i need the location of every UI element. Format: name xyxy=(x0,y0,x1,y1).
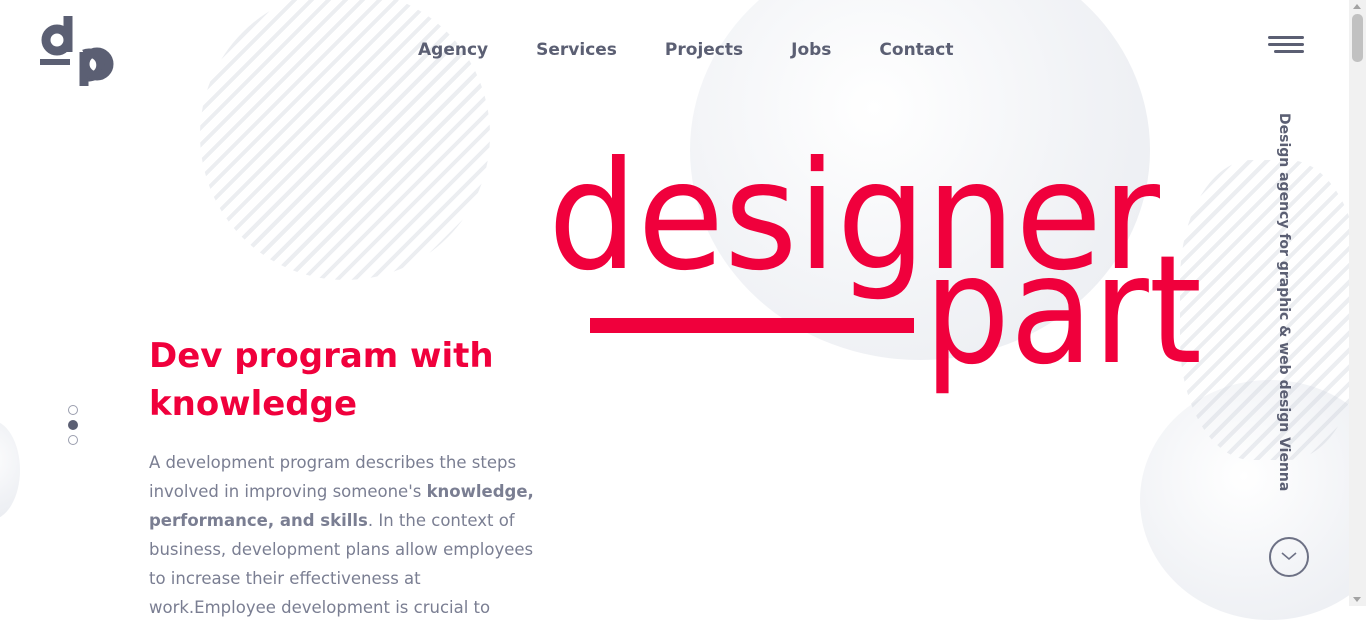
brand-wordmark: designer part xyxy=(548,150,1202,398)
brand-line-2: part xyxy=(924,224,1202,398)
scroll-up-arrow[interactable] xyxy=(1353,4,1361,9)
nav-jobs[interactable]: Jobs xyxy=(791,40,831,60)
slider-dot[interactable] xyxy=(68,435,78,445)
chevron-down-icon xyxy=(1281,552,1297,561)
nav-agency[interactable]: Agency xyxy=(418,40,488,60)
nav-contact[interactable]: Contact xyxy=(879,40,953,60)
hamburger-icon[interactable] xyxy=(1268,36,1306,56)
scroll-down-button[interactable] xyxy=(1269,537,1309,577)
scroll-down-arrow[interactable] xyxy=(1353,597,1361,602)
page-scrollbar[interactable] xyxy=(1349,0,1366,606)
nav-services[interactable]: Services xyxy=(536,40,617,60)
slider-dot[interactable] xyxy=(68,405,78,415)
background-blob xyxy=(0,420,20,520)
hero-title: Dev program with knowledge xyxy=(149,336,494,424)
brand-underline xyxy=(590,318,914,333)
slider-dot-active[interactable] xyxy=(68,420,78,430)
vertical-tagline: Design agency for graphic & web design V… xyxy=(1276,113,1292,492)
logo[interactable] xyxy=(40,16,114,86)
main-nav: Agency Services Projects Jobs Contact xyxy=(418,40,953,60)
slider-dots xyxy=(68,405,78,450)
nav-projects[interactable]: Projects xyxy=(665,40,743,60)
hero-paragraph: A development program describes the step… xyxy=(149,448,549,622)
scrollbar-thumb[interactable] xyxy=(1352,14,1363,62)
